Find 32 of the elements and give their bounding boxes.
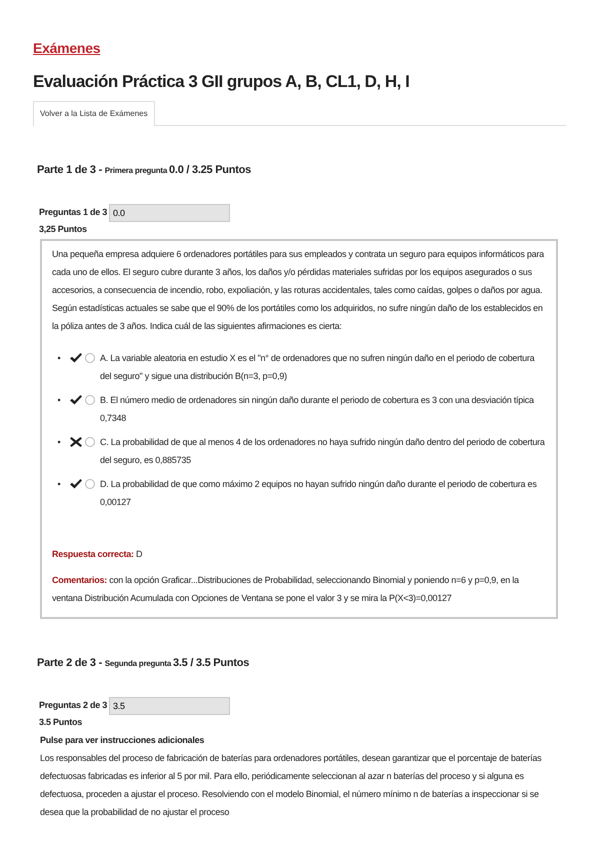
score-field[interactable]: 0.0 — [109, 204, 230, 222]
breadcrumb-link[interactable]: Exámenes — [33, 40, 100, 56]
question-label: Preguntas 1 de 3 — [39, 206, 108, 220]
radio-button[interactable] — [85, 352, 95, 362]
question-name: Segunda pregunta — [104, 658, 172, 668]
radio-button[interactable] — [85, 478, 95, 488]
comment-text: Comentarios: con la opción Graficar...Distribuciones de Probabilidad, seleccionando Binomial y poniendo n=6 y p=0,9, en la ventana Distribución Acumulada con Opciones de Ventana se pone el valor 3 y se mira la P(X<3)=0,00127 — [52, 574, 520, 605]
tab[interactable]: Volver a la Lista de Exámenes — [33, 100, 155, 126]
radio-button[interactable] — [85, 436, 95, 446]
question-label: Preguntas 2 de 3 — [39, 699, 108, 712]
instructions-link[interactable]: Pulse para ver instrucciones adicionales — [40, 734, 566, 747]
correct-answer: Respuesta correcta: D — [52, 548, 144, 561]
part-number: Parte 1 de 3 - — [37, 164, 103, 176]
score-field[interactable]: 3.5 — [109, 697, 230, 715]
option-text: A. La variable aleatoria en estudio X es el "n° de ordenadores que no sufren ningún daño en el periodo de cobertura del seguro" y sigue una distribución B(n=3, p=0,9) — [100, 352, 536, 383]
option-text: B. El número medio de ordenadores sin ningún daño durante el periodo de cobertura es 3 con una desviación típica 0,7348 — [100, 394, 535, 424]
bullet: • — [56, 394, 62, 406]
part-number: Parte 2 de 3 - — [37, 656, 103, 668]
bullet: • — [56, 436, 62, 448]
page-title: Evaluación Práctica 3 GII grupos A, B, CL1, D, H, I — [33, 71, 410, 93]
bullet: • — [56, 478, 62, 490]
bullet: • — [56, 352, 62, 364]
points-text: 3.5 Puntos — [39, 716, 84, 729]
points-text: 3,25 Puntos — [39, 223, 88, 236]
part-score: 3.5 / 3.5 Puntos — [173, 656, 250, 668]
part-score: 0.0 / 3.25 Puntos — [169, 164, 251, 176]
question-text: Una pequeña empresa adquiere 6 ordenadores portátiles para sus empleados y contrata un seguro para equipos informáticos para cada uno de ellos. El seguro cubre durante 3 años, los daños y/o pérdidas materiales sufridas por los equipos asegurados o sus accesorios, a consecuencia de incendio, robo, expoliación, y las roturas accidentales, tales como caídas, golpes o daños por agua. Según estadísticas actuales se sabe que el 90% de los portátiles como los adquiridos, no sufre ningún daño de los establecidos en la póliza antes de 3 años. Indica cuál de las siguientes afirmaciones es cierta: — [52, 248, 546, 333]
option-text: C. La probabilidad de que al menos 4 de los ordenadores no haya sufrido ningún daño dentro del periodo de cobertura del seguro, es 0,885735 — [100, 436, 546, 467]
radio-button[interactable] — [85, 394, 95, 404]
option-text: D. La probabilidad de que como máximo 2 equipos no hayan sufrido ningún daño durante el periodo de cobertura es 0,00127 — [100, 478, 538, 508]
question-name: Primera pregunta — [104, 166, 168, 174]
question-text: Los responsables del proceso de fabricación de baterías para ordenadores portátiles, desean garantizar que el porcentaje de baterías defectuosas fabricadas es inferior al 5 por mil. Para ello, periódicamente seleccionan al azar n baterías del proceso y si alguna es defectuosa, proceden a ajustar el proceso. Resolviendo con el modelo Binomial, el número mínimo n de baterías a inspeccionar si se desea que la probabilidad de no ajustar el proceso — [40, 752, 542, 819]
